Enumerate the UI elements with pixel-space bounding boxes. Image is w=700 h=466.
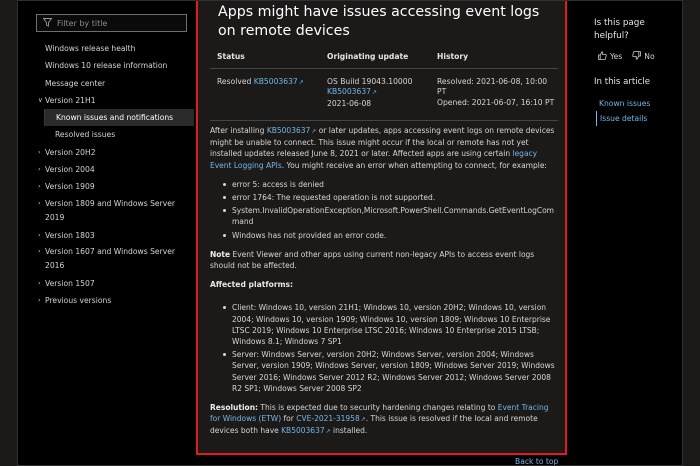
issue-history-table: Status Originating update History Resolv… <box>210 45 558 121</box>
intro-paragraph: After installing KB5003637↗ or later upd… <box>210 125 560 171</box>
nav-item-known-issues[interactable]: Known issues and notifications <box>44 109 194 127</box>
thumbs-up-icon <box>598 51 607 62</box>
in-this-article-heading: In this article <box>594 77 651 87</box>
cve-link[interactable]: CVE-2021-31958 <box>296 414 359 423</box>
yes-button[interactable]: Yes <box>598 51 622 62</box>
list-item: Windows has not provided an error code. <box>222 230 560 241</box>
toc-item-known-issues[interactable]: Known issues <box>596 96 676 111</box>
chevron-right-icon: › <box>38 182 41 191</box>
external-link-icon: ↗ <box>372 89 378 96</box>
nav-item-windows10-release-info[interactable]: Windows 10 release information <box>36 57 194 74</box>
chevron-right-icon: › <box>38 296 41 305</box>
origin-build: OS Build 19043.10000 <box>327 76 413 86</box>
nav-item-label: Version 2004 <box>45 165 95 175</box>
chevron-down-icon: ∨ <box>38 95 43 104</box>
browser-frame: Windows release health Windows 10 releas… <box>17 0 683 466</box>
nav-item-label: Version 1607 and Windows Server 2016 <box>45 247 175 271</box>
toc-item-issue-details[interactable]: Issue details <box>596 111 676 126</box>
article-title: Apps might have issues accessing event l… <box>218 4 540 39</box>
note-paragraph: Note Event Viewer and other apps using c… <box>210 249 560 271</box>
nav-item-message-center[interactable]: Message center <box>36 75 194 92</box>
nav-item-resolved-issues[interactable]: Resolved issues <box>36 126 194 143</box>
column-header-originating-update: Originating update <box>320 45 430 69</box>
affected-platforms-heading: Affected platforms: <box>210 280 294 290</box>
text-run: After installing <box>210 126 267 135</box>
nav-item-version-20h2[interactable]: › Version 20H2 <box>36 144 194 161</box>
thumbs-down-icon <box>632 51 642 62</box>
chevron-right-icon: › <box>38 198 41 207</box>
text-run: This is expected due to security hardeni… <box>258 403 498 413</box>
nav-item-version-21h1[interactable]: ∨ Version 21H1 <box>36 92 194 109</box>
nav-item-windows-release-health[interactable]: Windows release health <box>36 40 194 57</box>
kb-link[interactable]: KB5003637 <box>281 426 324 435</box>
origin-cell: OS Build 19043.10000 KB5003637↗ 2021-06-… <box>320 68 430 121</box>
nav-item-label: Version 1507 <box>45 278 95 288</box>
nav-item-label: Previous versions <box>45 296 112 306</box>
kb-link[interactable]: KB5003637 <box>327 87 371 96</box>
external-link-icon: ↗ <box>298 78 304 86</box>
nav-item-version-1803[interactable]: › Version 1803 <box>36 227 194 244</box>
column-header-history: History <box>430 45 558 69</box>
chevron-right-icon: › <box>38 147 41 156</box>
nav-item-version-1809[interactable]: › Version 1809 and Windows Server 2019 <box>36 196 194 227</box>
feedback-question: Is this page helpful? <box>594 18 645 41</box>
status-text: Resolved <box>217 76 252 86</box>
list-item: error 5: access is denied <box>222 179 560 190</box>
nav-item-label: Version 21H1 <box>45 95 96 105</box>
list-item: System.InvalidOperationException,Microso… <box>222 205 560 227</box>
chevron-right-icon: › <box>38 246 41 255</box>
article-body: After installing KB5003637↗ or later upd… <box>210 125 560 446</box>
list-item: Client: Windows 10, version 21H1; Window… <box>222 302 560 347</box>
text-run: . You might receive an error when attemp… <box>281 160 547 170</box>
kb-link[interactable]: KB5003637 <box>254 77 298 86</box>
error-list: error 5: access is denied error 1764: Th… <box>210 179 560 241</box>
nav-item-version-1607[interactable]: › Version 1607 and Windows Server 2016 <box>36 244 194 275</box>
history-cell: Resolved: 2021-06-08, 10:00 PT Opened: 2… <box>430 68 558 121</box>
yes-label: Yes <box>610 52 623 61</box>
nav-item-version-1507[interactable]: › Version 1507 <box>36 275 194 292</box>
article-toc: Known issues Issue details <box>596 96 676 126</box>
back-to-top-link[interactable]: Back to top <box>515 457 558 465</box>
filter-icon <box>42 18 53 28</box>
nav-item-label: Version 1803 <box>45 230 95 240</box>
text-run: installed. <box>330 426 368 436</box>
list-item: Server: Windows Server, version 20H2; Wi… <box>222 349 560 394</box>
column-header-status: Status <box>210 45 320 69</box>
text-run: Event Viewer and other apps using curren… <box>210 249 535 271</box>
nav-item-label: Version 1809 and Windows Server 2019 <box>45 199 175 223</box>
origin-date: 2021-06-08 <box>327 98 372 108</box>
nav-item-version-1909[interactable]: › Version 1909 <box>36 178 194 195</box>
no-label: No <box>644 52 655 61</box>
status-cell: Resolved KB5003637↗ <box>210 68 320 121</box>
platform-list: Client: Windows 10, version 21H1; Window… <box>210 302 560 394</box>
text-run: for <box>281 414 297 424</box>
no-button[interactable]: No <box>632 51 655 62</box>
nav-item-previous-versions[interactable]: › Previous versions <box>36 292 194 309</box>
list-item: error 1764: The requested operation is n… <box>222 192 560 203</box>
note-label: Note <box>210 249 231 259</box>
table-row: Resolved KB5003637↗ OS Build 19043.10000… <box>210 68 558 121</box>
chevron-right-icon: › <box>38 230 41 239</box>
filter-box[interactable] <box>36 14 187 32</box>
filter-input[interactable] <box>53 16 186 30</box>
article-highlight-box: Apps might have issues accessing event l… <box>196 1 567 455</box>
chevron-right-icon: › <box>38 165 41 174</box>
history-opened: Opened: 2021-06-07, 16:10 PT <box>437 97 555 107</box>
left-nav: Windows release health Windows 10 releas… <box>36 40 194 310</box>
chevron-right-icon: › <box>38 278 41 287</box>
history-resolved: Resolved: 2021-06-08, 10:00 PT <box>437 76 548 97</box>
nav-item-label: Version 1909 <box>45 182 95 192</box>
resolution-paragraph: Resolution: This is expected due to secu… <box>210 402 560 438</box>
resolution-label: Resolution: <box>210 403 259 413</box>
nav-item-version-2004[interactable]: › Version 2004 <box>36 161 194 178</box>
feedback-votes: Yes No <box>598 51 655 62</box>
kb-link[interactable]: KB5003637 <box>267 126 310 135</box>
nav-item-label: Version 20H2 <box>45 147 96 157</box>
